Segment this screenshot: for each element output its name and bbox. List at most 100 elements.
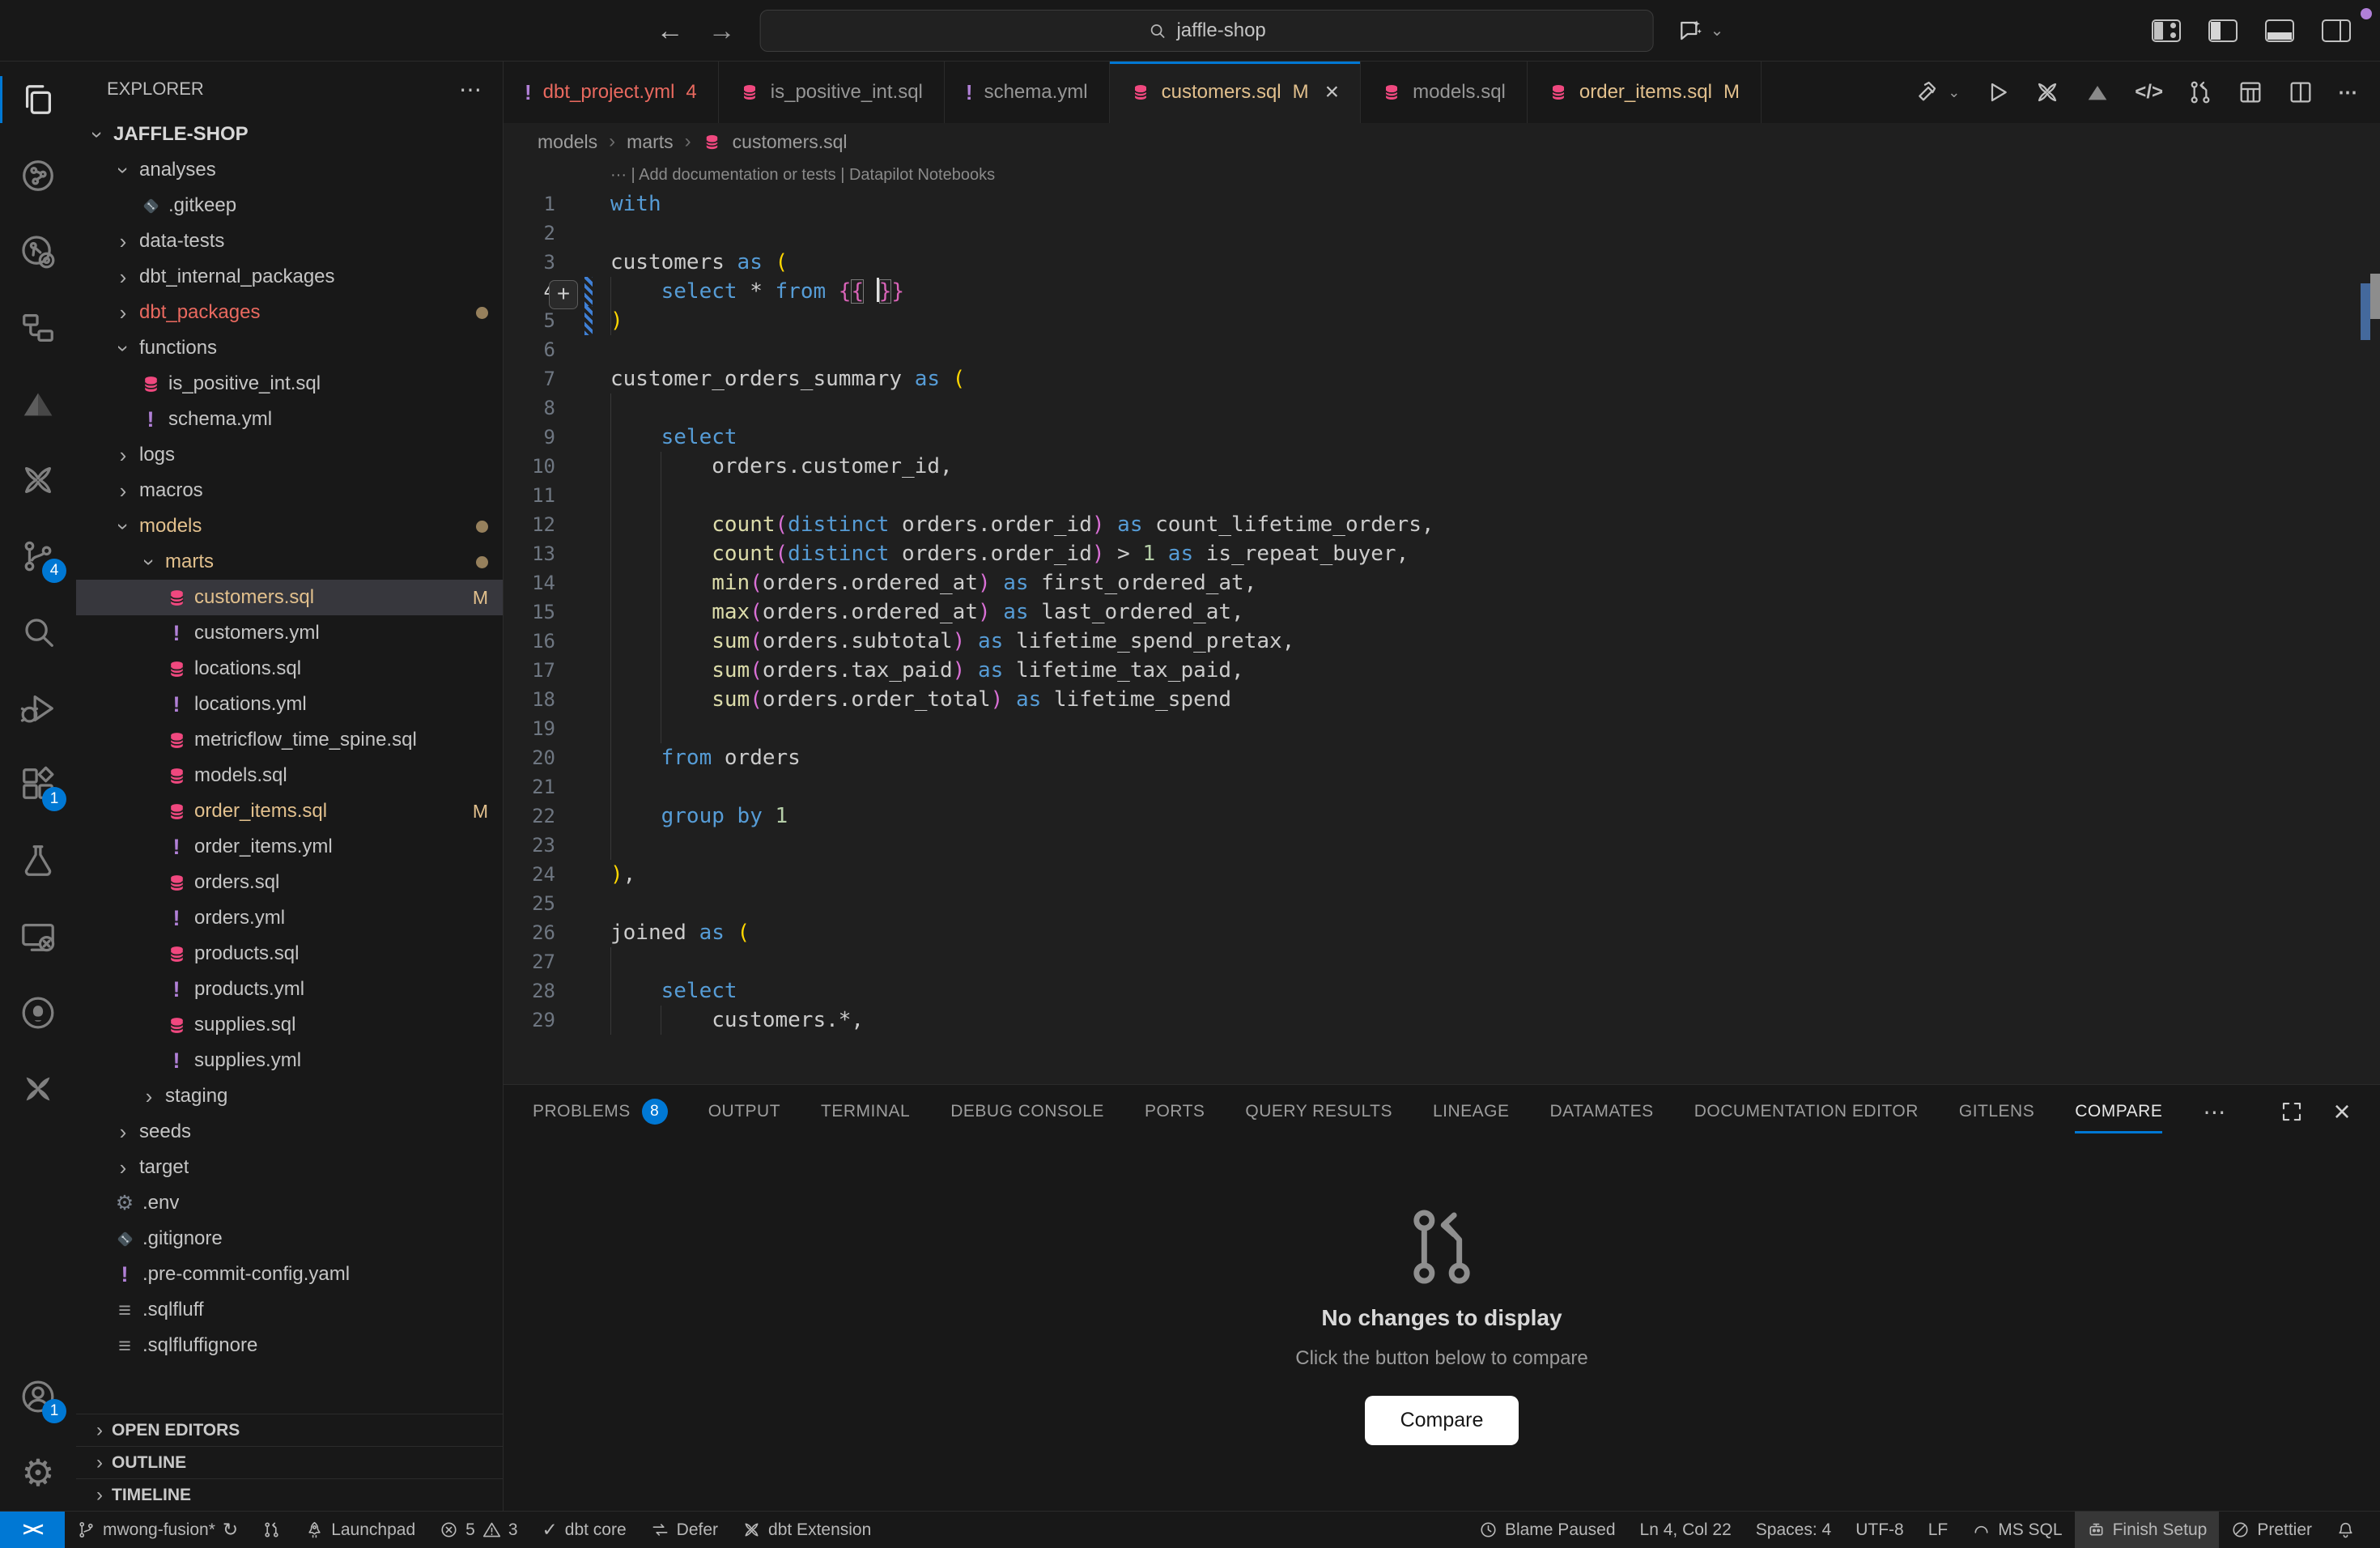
tree-item-metricflow-time-spine-sql[interactable]: metricflow_time_spine.sql (76, 722, 503, 758)
editor-scrollbar[interactable] (2357, 160, 2380, 1084)
code-line[interactable]: 28 select (504, 976, 2380, 1006)
code-editor[interactable]: ··· | Add documentation or tests | Datap… (504, 160, 2380, 1084)
tree-item-locations-yml[interactable]: !locations.yml (76, 687, 503, 722)
close-panel-icon[interactable]: × (2333, 1095, 2351, 1129)
panel-more-actions-icon[interactable]: ⋯ (2203, 1085, 2226, 1138)
status-git-branch[interactable]: mwong-fusion*↻ (65, 1512, 250, 1548)
tree-item--pre-commit-config-yaml[interactable]: !.pre-commit-config.yaml (76, 1257, 503, 1292)
code-line[interactable]: 26joined as ( (504, 918, 2380, 947)
status-blame-status[interactable]: Blame Paused (1467, 1512, 1628, 1548)
tree-item--env[interactable]: ⚙.env (76, 1185, 503, 1221)
maximize-panel-icon[interactable] (2280, 1099, 2304, 1124)
sidebar-section-outline[interactable]: ›OUTLINE (76, 1446, 503, 1478)
tree-item-staging[interactable]: ›staging (76, 1078, 503, 1114)
activity-github[interactable] (0, 975, 76, 1051)
add-action-button[interactable]: + (549, 280, 578, 309)
panel-tab-gitlens[interactable]: GITLENS (1959, 1085, 2034, 1138)
compare-button[interactable]: Compare (1365, 1396, 1519, 1445)
code-line[interactable]: 13 count(distinct orders.order_id) > 1 a… (504, 539, 2380, 568)
tree-item-locations-sql[interactable]: locations.sql (76, 651, 503, 687)
tree-item-target[interactable]: ›target (76, 1150, 503, 1185)
code-line[interactable]: 1with (504, 189, 2380, 219)
code-line[interactable]: 25 (504, 889, 2380, 918)
tree-item-orders-sql[interactable]: orders.sql (76, 865, 503, 900)
code-line[interactable]: 29 customers.*, (504, 1006, 2380, 1035)
tree-item-order-items-yml[interactable]: !order_items.yml (76, 829, 503, 865)
tab-models-sql[interactable]: models.sql (1361, 62, 1528, 123)
tree-item-products-yml[interactable]: !products.yml (76, 972, 503, 1007)
breadcrumb-item[interactable]: marts (627, 131, 674, 153)
panel-tab-output[interactable]: OUTPUT (708, 1085, 780, 1138)
tree-item-analyses[interactable]: ›analyses (76, 152, 503, 188)
toggle-panel-bottom-icon[interactable] (2265, 19, 2294, 42)
code-line[interactable]: 9 select (504, 423, 2380, 452)
tree-item-data-tests[interactable]: ›data-tests (76, 223, 503, 259)
activity-datafold[interactable] (0, 366, 76, 442)
tree-item-customers-sql[interactable]: customers.sqlM (76, 580, 503, 615)
activity-dbt-tasks[interactable] (0, 1051, 76, 1127)
status-notifications[interactable] (2324, 1512, 2367, 1548)
tab-order-items-sql[interactable]: order_items.sqlM (1528, 62, 1762, 123)
tree-item-order-items-sql[interactable]: order_items.sqlM (76, 793, 503, 829)
tab-schema-yml[interactable]: !schema.yml (945, 62, 1110, 123)
code-line[interactable]: 17 sum(orders.tax_paid) as lifetime_tax_… (504, 656, 2380, 685)
code-line[interactable]: 6 (504, 335, 2380, 364)
activity-accounts[interactable]: 1 (0, 1359, 76, 1435)
sidebar-section-timeline[interactable]: ›TIMELINE (76, 1478, 503, 1511)
code-line[interactable]: 8 (504, 393, 2380, 423)
activity-search[interactable] (0, 594, 76, 670)
tree-item--gitignore[interactable]: .gitignore (76, 1221, 503, 1257)
panel-tab-lineage[interactable]: LINEAGE (1433, 1085, 1510, 1138)
panel-tab-documentation-editor[interactable]: DOCUMENTATION EDITOR (1694, 1085, 1919, 1138)
code-line[interactable]: 20 from orders (504, 743, 2380, 772)
dbt-build-button[interactable] (1914, 79, 1940, 105)
panel-tab-ports[interactable]: PORTS (1145, 1085, 1205, 1138)
activity-run-and-debug[interactable] (0, 670, 76, 746)
explorer-more-actions-icon[interactable]: ⋯ (459, 76, 483, 103)
code-line[interactable]: 7customer_orders_summary as ( (504, 364, 2380, 393)
panel-tab-compare[interactable]: COMPARE (2075, 1085, 2162, 1138)
tree-item-functions[interactable]: ›functions (76, 330, 503, 366)
status-finish-setup[interactable]: Finish Setup (2075, 1512, 2220, 1548)
tree-item-orders-yml[interactable]: !orders.yml (76, 900, 503, 936)
code-line[interactable]: 27 (504, 947, 2380, 976)
status-language-mode[interactable]: MS SQL (1960, 1512, 2074, 1548)
activity-dbt-lineage[interactable] (0, 214, 76, 290)
status-defer[interactable]: Defer (639, 1512, 730, 1548)
toggle-sidebar-left-icon[interactable] (2208, 19, 2238, 42)
activity-testing[interactable] (0, 823, 76, 899)
copilot-chat-button[interactable]: ⌄ (1678, 18, 1724, 44)
breadcrumb-file[interactable]: customers.sql (733, 131, 848, 153)
status-compare-changes[interactable] (250, 1512, 293, 1548)
git-pull-request-button[interactable] (2187, 79, 2213, 105)
compiled-code-button[interactable]: </> (2135, 81, 2163, 104)
breadcrumb-item[interactable]: models (538, 131, 597, 153)
code-line[interactable]: 22 group by 1 (504, 802, 2380, 831)
breadcrumb[interactable]: models›marts›customers.sql (504, 123, 2380, 160)
tree-item-models[interactable]: ›models (76, 508, 503, 544)
tree-item--gitkeep[interactable]: .gitkeep (76, 188, 503, 223)
customize-layout-icon[interactable] (2152, 19, 2181, 42)
activity-explorer[interactable] (0, 62, 76, 138)
tree-item--sqlfluffignore[interactable]: ≡.sqlfluffignore (76, 1328, 503, 1363)
split-editor-button[interactable] (2288, 79, 2314, 105)
tree-item-dbt-internal-packages[interactable]: ›dbt_internal_packages (76, 259, 503, 295)
status-launchpad[interactable]: Launchpad (293, 1512, 427, 1548)
run-query-button[interactable] (1984, 79, 2010, 105)
code-line[interactable]: 3customers as ( (504, 248, 2380, 277)
status-prettier[interactable]: Prettier (2219, 1512, 2324, 1548)
remote-indicator[interactable]: >< (0, 1512, 65, 1548)
panel-tab-terminal[interactable]: TERMINAL (821, 1085, 910, 1138)
tab-dbt-project-yml[interactable]: !dbt_project.yml4 (504, 62, 719, 123)
query-results-grid-button[interactable] (2238, 79, 2263, 105)
tree-item-logs[interactable]: ›logs (76, 437, 503, 473)
activity-dbt[interactable] (0, 442, 76, 518)
tree-item-marts[interactable]: ›marts (76, 544, 503, 580)
code-line[interactable]: 23 (504, 831, 2380, 860)
close-icon[interactable]: × (1325, 79, 1340, 106)
codelens-actions[interactable]: ··· | Add documentation or tests | Datap… (504, 160, 2380, 189)
code-line[interactable]: 24), (504, 860, 2380, 889)
code-line[interactable]: 5) (504, 306, 2380, 335)
code-line[interactable]: 14 min(orders.ordered_at) as first_order… (504, 568, 2380, 598)
tree-item-supplies-sql[interactable]: supplies.sql (76, 1007, 503, 1043)
